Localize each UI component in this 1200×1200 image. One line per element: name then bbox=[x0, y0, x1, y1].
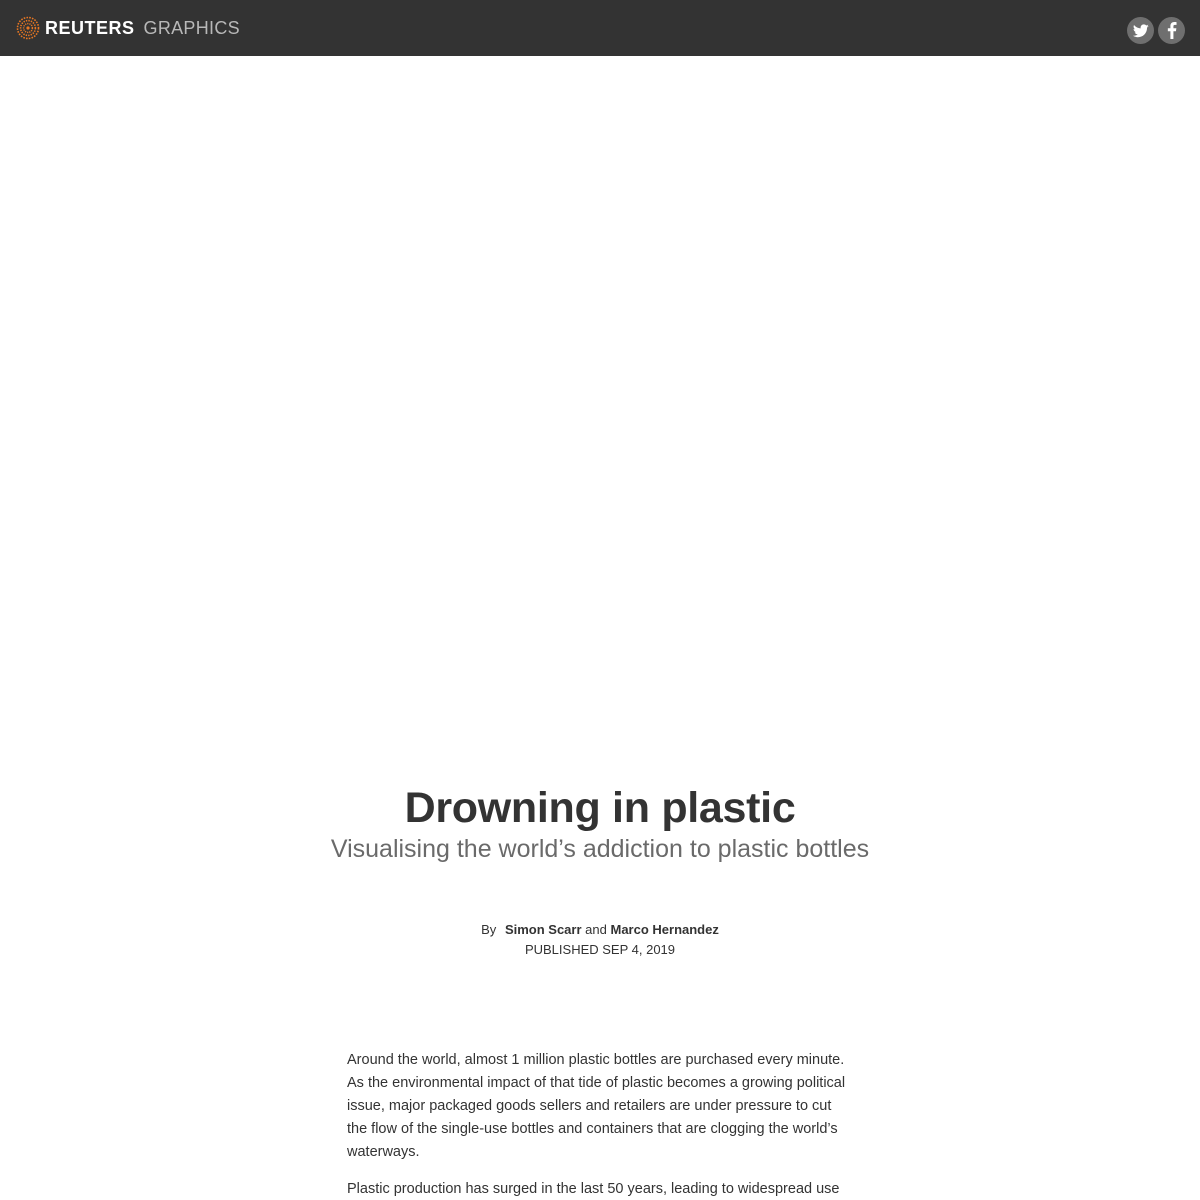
byline-prefix: By bbox=[481, 922, 497, 937]
hero-graphic-area bbox=[0, 56, 1200, 756]
article-body: Around the world, almost 1 million plast… bbox=[347, 1049, 847, 1200]
twitter-icon bbox=[1132, 23, 1149, 37]
page-title: Drowning in plastic bbox=[404, 784, 796, 832]
author-link-simon-scarr[interactable]: Simon Scarr bbox=[505, 922, 582, 937]
facebook-share-button[interactable] bbox=[1158, 17, 1185, 44]
top-navigation-bar: REUTERS GRAPHICS bbox=[0, 0, 1200, 56]
body-paragraph: Around the world, almost 1 million plast… bbox=[347, 1052, 846, 1160]
reuters-graphics-logo-link[interactable]: REUTERS GRAPHICS bbox=[16, 16, 240, 40]
publish-date: PUBLISHED SEP 4, 2019 bbox=[524, 942, 676, 957]
twitter-share-button[interactable] bbox=[1127, 17, 1154, 44]
brand-name: REUTERS bbox=[45, 18, 135, 38]
byline-joiner: and bbox=[585, 922, 607, 937]
author-link-marco-hernandez[interactable]: Marco Hernandez bbox=[610, 922, 718, 937]
facebook-icon bbox=[1167, 22, 1177, 39]
section-name: GRAPHICS bbox=[143, 18, 240, 38]
body-paragraph: Plastic production has surged in the las… bbox=[347, 1181, 840, 1197]
page-subtitle: Visualising the world’s addiction to pla… bbox=[330, 835, 870, 863]
byline: By Simon Scarr and Marco Hernandez bbox=[0, 921, 1200, 939]
reuters-logo-mark-icon bbox=[16, 16, 40, 40]
